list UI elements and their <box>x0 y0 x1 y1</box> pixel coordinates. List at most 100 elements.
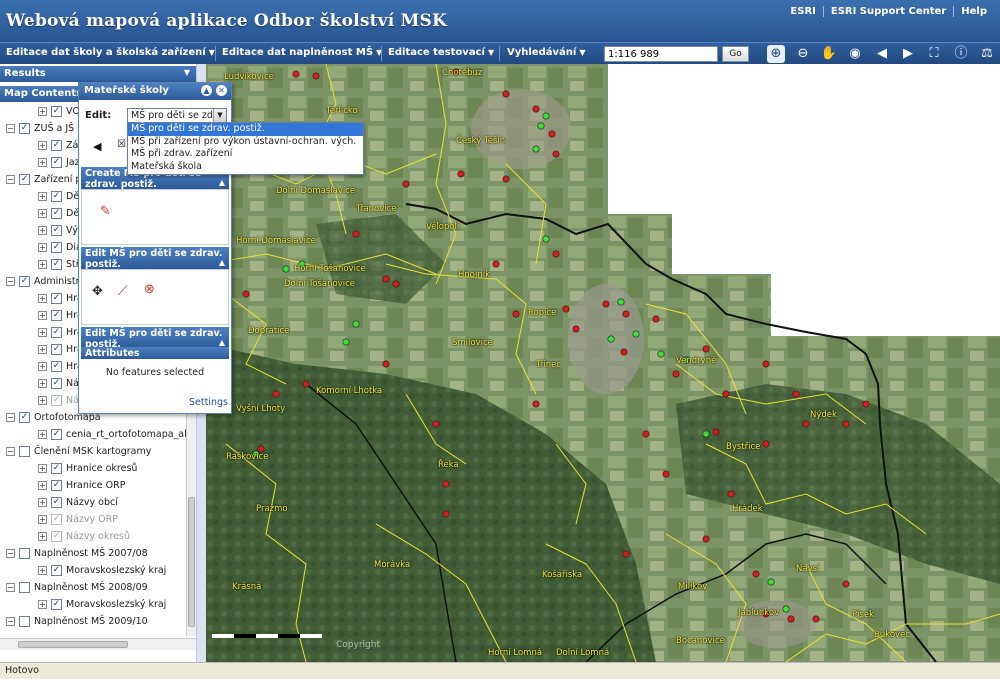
school-point-marker[interactable] <box>272 390 280 398</box>
expand-icon[interactable]: + <box>38 106 47 116</box>
layer-visibility-checkbox[interactable] <box>19 445 30 457</box>
school-point-marker[interactable] <box>762 360 770 368</box>
menu-vyhledavani[interactable]: Vyhledávání ▼ <box>507 47 585 58</box>
school-point-marker[interactable] <box>767 578 775 586</box>
toc-layer-row[interactable]: − ✓ Administra <box>6 273 85 289</box>
layer-visibility-checkbox[interactable]: ✓ <box>51 241 62 253</box>
school-point-marker[interactable] <box>352 230 360 238</box>
school-point-marker[interactable] <box>402 180 410 188</box>
school-point-marker[interactable] <box>702 535 710 543</box>
expand-icon[interactable]: + <box>38 429 47 439</box>
chevron-down-icon[interactable]: ▼ <box>184 68 190 77</box>
school-point-marker[interactable] <box>842 420 850 428</box>
expand-icon[interactable]: + <box>38 191 47 201</box>
school-point-marker[interactable] <box>652 315 660 323</box>
layer-visibility-checkbox[interactable] <box>19 581 30 593</box>
school-point-marker[interactable] <box>542 112 550 120</box>
delete-icon[interactable]: ⊗ <box>144 282 155 297</box>
school-point-marker[interactable] <box>442 480 450 488</box>
expand-icon[interactable]: + <box>38 310 47 320</box>
expand-icon[interactable]: + <box>38 293 47 303</box>
toc-layer-row[interactable]: + ✓ Názvy obcí <box>38 494 118 510</box>
school-point-marker[interactable] <box>712 428 720 436</box>
school-point-marker[interactable] <box>662 470 670 478</box>
school-point-marker[interactable] <box>542 235 550 243</box>
layer-visibility-checkbox[interactable]: ✓ <box>51 598 62 610</box>
expand-icon[interactable]: + <box>38 463 47 473</box>
school-point-marker[interactable] <box>282 265 290 273</box>
school-point-marker[interactable] <box>620 348 628 356</box>
toc-layer-row[interactable]: + ✓ Moravskoslezský kraj <box>38 596 166 612</box>
layer-visibility-checkbox[interactable]: ✓ <box>51 326 62 338</box>
school-point-marker[interactable] <box>812 615 820 623</box>
collapse-icon[interactable]: ▲ <box>201 85 212 96</box>
toc-layer-row[interactable]: + ✓ Moravskoslezský kraj <box>38 562 166 578</box>
layer-visibility-checkbox[interactable]: ✓ <box>51 360 62 372</box>
layer-visibility-checkbox[interactable]: ✓ <box>51 292 62 304</box>
school-point-marker[interactable] <box>302 380 310 388</box>
school-point-marker[interactable] <box>672 370 680 378</box>
scale-input[interactable] <box>604 46 718 62</box>
layer-visibility-checkbox[interactable]: ✓ <box>51 530 62 542</box>
school-point-marker[interactable] <box>752 570 760 578</box>
expand-icon[interactable]: + <box>38 361 47 371</box>
collapse-icon[interactable]: − <box>6 616 15 626</box>
school-point-marker[interactable] <box>457 170 465 178</box>
school-point-marker[interactable] <box>312 72 320 80</box>
toc-layer-row[interactable]: + ✓ Hranice ORP <box>38 477 125 493</box>
school-point-marker[interactable] <box>862 400 870 408</box>
school-point-marker[interactable] <box>532 145 540 153</box>
pan-hand-icon[interactable]: ✋ <box>820 45 838 63</box>
school-point-marker[interactable] <box>537 122 545 130</box>
collapse-icon[interactable]: − <box>6 123 15 133</box>
school-point-marker[interactable] <box>552 250 560 258</box>
expand-icon[interactable]: + <box>38 395 47 405</box>
layer-visibility-checkbox[interactable]: ✓ <box>51 258 62 270</box>
school-point-marker[interactable] <box>292 70 300 78</box>
layer-visibility-checkbox[interactable]: ✓ <box>19 122 30 134</box>
school-point-marker[interactable] <box>532 105 540 113</box>
results-header[interactable]: Results ▼ <box>0 66 196 82</box>
menu-editace-testovaci[interactable]: Editace testovací ▼ <box>388 47 494 58</box>
toc-layer-row[interactable]: − Členění MSK kartogramy <box>6 443 151 459</box>
school-point-marker[interactable] <box>532 400 540 408</box>
collapse-icon[interactable]: − <box>6 446 15 456</box>
expand-icon[interactable]: + <box>38 480 47 490</box>
expand-icon[interactable]: + <box>38 327 47 337</box>
layer-visibility-checkbox[interactable]: ✓ <box>51 428 62 440</box>
edit-layer-select[interactable]: MŠ pro děti se zdrav. postiž. ▼ <box>127 108 227 123</box>
toc-layer-row[interactable]: − Naplněnost MŠ 2008/09 <box>6 579 148 595</box>
pointer-icon[interactable]: ◀ <box>93 140 101 153</box>
school-point-marker[interactable] <box>702 430 710 438</box>
layer-visibility-checkbox[interactable]: ✓ <box>51 309 62 321</box>
toc-layer-row[interactable]: − Naplněnost MŠ 2007/08 <box>6 545 148 561</box>
toc-layer-row[interactable]: + ✓ Dět <box>38 188 83 204</box>
layer-visibility-checkbox[interactable]: ✓ <box>51 207 62 219</box>
toc-layer-row[interactable]: + ✓ Výc <box>38 222 83 238</box>
school-point-marker[interactable] <box>552 150 560 158</box>
esri-link[interactable]: ESRI <box>783 6 822 17</box>
scrollbar-thumb[interactable] <box>18 641 128 648</box>
collapse-icon[interactable]: ▲ <box>219 257 225 268</box>
dropdown-option[interactable]: MŠ při zařízení pro výkon ústavní-ochran… <box>128 136 363 149</box>
full-extent-icon[interactable]: ⛶ <box>925 45 943 63</box>
school-point-marker[interactable] <box>352 320 360 328</box>
school-point-marker[interactable] <box>762 440 770 448</box>
toc-layer-row[interactable]: + ✓ VO <box>38 103 80 119</box>
layer-visibility-checkbox[interactable]: ✓ <box>51 190 62 202</box>
layer-visibility-checkbox[interactable]: ✓ <box>51 462 62 474</box>
layer-visibility-checkbox[interactable] <box>19 547 30 559</box>
expand-icon[interactable]: + <box>38 208 47 218</box>
school-point-marker[interactable] <box>657 350 665 358</box>
editor-title-bar[interactable]: Mateřské školy ▲ ✕ <box>79 83 231 100</box>
layer-visibility-checkbox[interactable]: ✓ <box>51 564 62 576</box>
toc-layer-row[interactable]: + ✓ Stř <box>38 256 80 272</box>
school-point-marker[interactable] <box>792 390 800 398</box>
dropdown-option[interactable]: Mateřská škola <box>128 161 363 174</box>
layer-visibility-checkbox[interactable]: ✓ <box>51 496 62 508</box>
toc-horizontal-scrollbar[interactable] <box>0 638 196 650</box>
zoom-in-icon[interactable]: ⊕ <box>767 45 785 63</box>
scrollbar-thumb[interactable] <box>188 497 195 627</box>
pencil-icon[interactable]: ✎ <box>100 204 111 219</box>
layer-visibility-checkbox[interactable]: ✓ <box>51 479 62 491</box>
